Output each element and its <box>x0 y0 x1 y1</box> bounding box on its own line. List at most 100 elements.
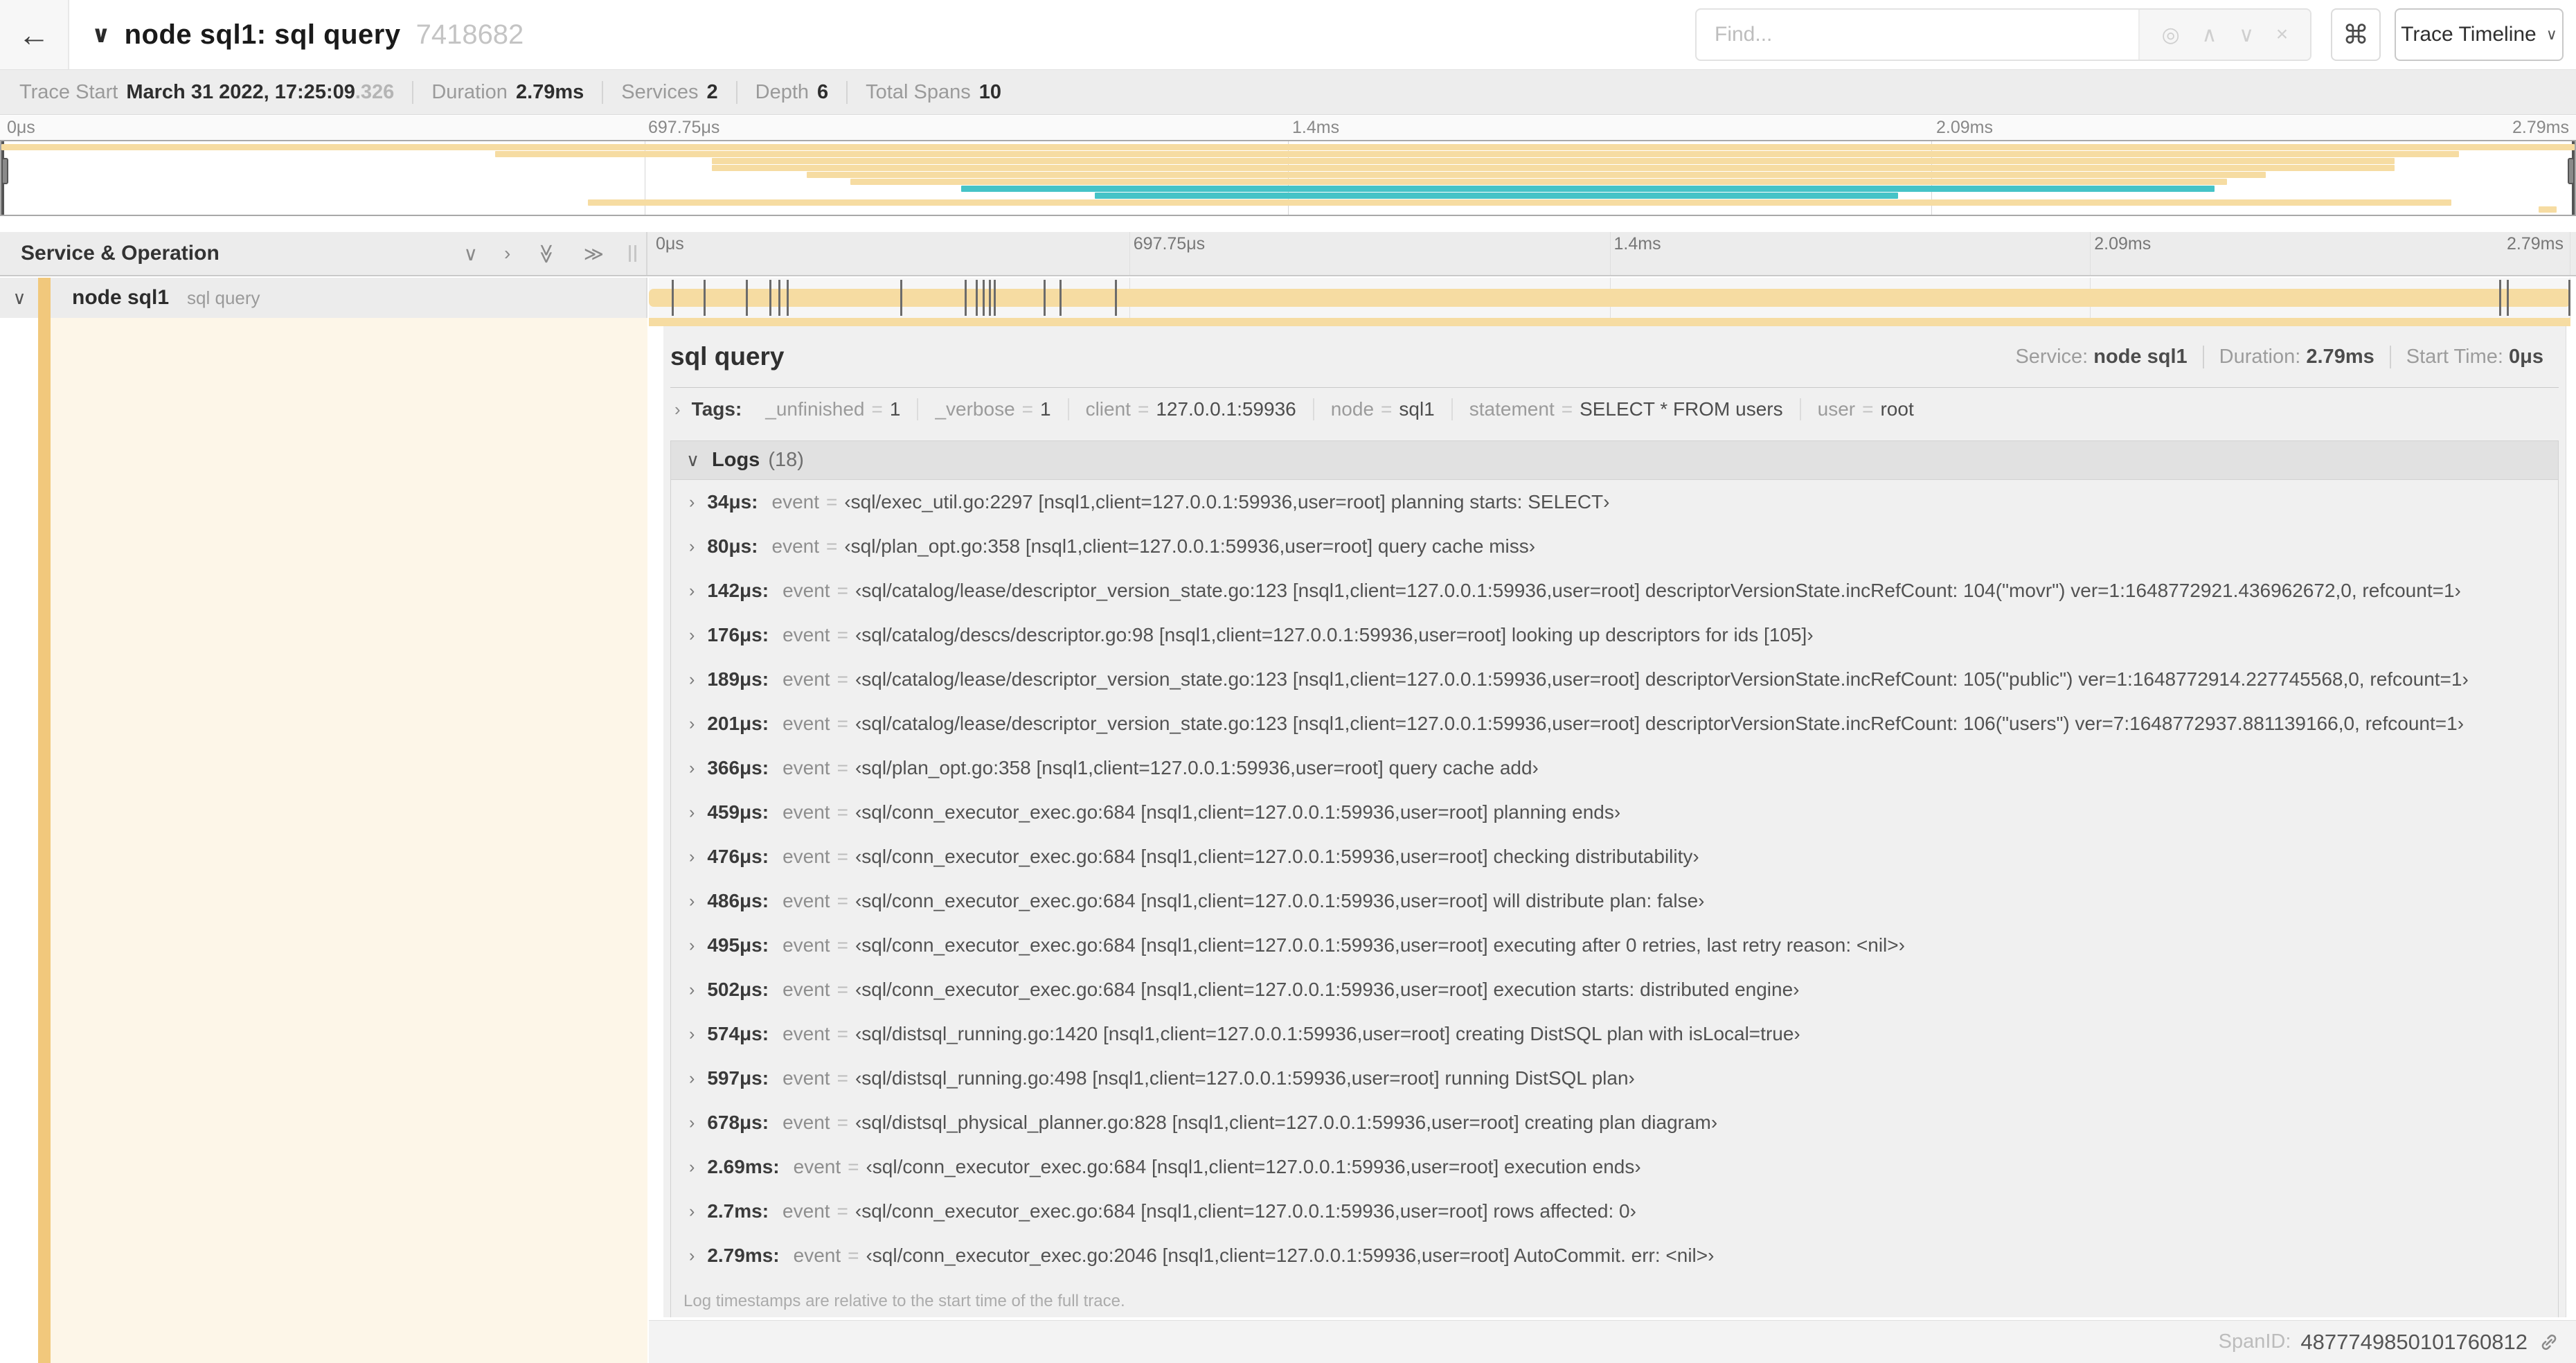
log-timestamp: 459μs: <box>707 801 769 823</box>
minimap-left-scrubber[interactable] <box>1 141 8 215</box>
log-marker <box>2507 280 2510 316</box>
span-collapse-chevron-icon[interactable]: ∨ <box>0 287 39 309</box>
tag-item[interactable]: client = 127.0.0.1:59936 <box>1067 398 1313 420</box>
collapse-all-icon[interactable]: ≫ <box>536 243 559 263</box>
log-entry[interactable]: › 486μs: event = ‹sql/conn_executor_exec… <box>671 879 2558 923</box>
expand-one-icon[interactable]: › <box>504 242 510 265</box>
log-timestamp: 2.7ms: <box>707 1200 769 1222</box>
log-entry[interactable]: › 366μs: event = ‹sql/plan_opt.go:358 [n… <box>671 746 2558 790</box>
service-label: Service: <box>2015 345 2088 368</box>
equals-sign: = <box>837 1112 848 1133</box>
locate-icon[interactable]: ◎ <box>2162 23 2180 47</box>
log-field-value: ‹sql/distsql_running.go:498 [nsql1,clien… <box>855 1067 1635 1089</box>
prev-result-icon[interactable]: ∧ <box>2202 23 2217 47</box>
collapse-one-icon[interactable]: ∨ <box>464 242 478 265</box>
log-timestamp: 486μs: <box>707 890 769 911</box>
equals-sign: = <box>1381 398 1393 420</box>
log-entry[interactable]: › 142μs: event = ‹sql/catalog/lease/desc… <box>671 569 2558 613</box>
log-field-value: ‹sql/catalog/lease/descriptor_version_st… <box>855 580 2461 601</box>
tag-item[interactable]: user = root <box>1799 398 1931 420</box>
column-resizer[interactable] <box>629 245 636 262</box>
chevron-right-icon: › <box>689 1157 695 1177</box>
log-timestamp: 678μs: <box>707 1112 769 1133</box>
log-timestamp: 574μs: <box>707 1023 769 1044</box>
log-entry[interactable]: › 678μs: event = ‹sql/distsql_physical_p… <box>671 1101 2558 1145</box>
next-result-icon[interactable]: ∨ <box>2239 23 2254 47</box>
expand-all-icon[interactable]: ≫ <box>584 242 604 265</box>
equals-sign: = <box>837 668 848 690</box>
page-title: node sql1: sql query <box>124 19 401 50</box>
tag-key: _unfinished <box>765 398 865 420</box>
log-entry[interactable]: › 574μs: event = ‹sql/distsql_running.go… <box>671 1012 2558 1056</box>
tag-item[interactable]: _verbose = 1 <box>917 398 1067 420</box>
log-field-key: event <box>793 1156 841 1177</box>
log-field-key: event <box>793 1245 841 1266</box>
log-field-value: ‹sql/conn_executor_exec.go:684 [nsql1,cl… <box>855 934 1905 956</box>
ruler-tick-label: 2.79ms <box>2507 234 2564 253</box>
tags-row[interactable]: › Tags: _unfinished = 1 _verbose = 1 cli… <box>670 388 2559 431</box>
log-entry[interactable]: › 80μs: event = ‹sql/plan_opt.go:358 [ns… <box>671 524 2558 569</box>
log-field-value: ‹sql/conn_executor_exec.go:684 [nsql1,cl… <box>855 1200 1636 1222</box>
find-input[interactable]: Find... <box>1697 10 2138 60</box>
log-marker <box>786 280 789 316</box>
summary-suffix: .326 <box>355 80 395 103</box>
span-detail-meta: Service: node sql1 Duration: 2.79ms Star… <box>2000 345 2559 368</box>
log-entry[interactable]: › 189μs: event = ‹sql/catalog/lease/desc… <box>671 657 2558 702</box>
minimap-right-scrubber[interactable] <box>2568 141 2575 215</box>
deep-link-icon[interactable] <box>2537 1330 2561 1354</box>
log-entry[interactable]: › 2.79ms: event = ‹sql/conn_executor_exe… <box>671 1233 2558 1278</box>
back-button[interactable]: ← <box>0 0 69 69</box>
ruler-tick-label: 697.75μs <box>648 118 720 137</box>
scrubber-handle[interactable] <box>2568 158 2575 184</box>
collapse-title-chevron-icon[interactable]: ∨ <box>91 21 111 48</box>
log-entry[interactable]: › 459μs: event = ‹sql/conn_executor_exec… <box>671 790 2558 835</box>
log-entry[interactable]: › 2.7ms: event = ‹sql/conn_executor_exec… <box>671 1189 2558 1233</box>
span-bar-row-timeline[interactable] <box>649 278 2570 318</box>
scrubber-handle[interactable] <box>1 158 8 184</box>
minimap-span <box>850 179 2228 185</box>
log-entry[interactable]: › 201μs: event = ‹sql/catalog/lease/desc… <box>671 702 2558 746</box>
log-entry[interactable]: › 597μs: event = ‹sql/distsql_running.go… <box>671 1056 2558 1101</box>
summary-label: Duration <box>431 80 508 103</box>
minimap-span <box>495 151 2459 157</box>
log-entry[interactable]: › 502μs: event = ‹sql/conn_executor_exec… <box>671 968 2558 1012</box>
chevron-down-icon: ∨ <box>686 449 700 470</box>
ruler-tick-label: 697.75μs <box>1133 234 1206 253</box>
tag-value: 1 <box>1040 398 1051 420</box>
span-row-name-cell[interactable]: ∨ node sql1 sql query <box>0 278 647 318</box>
tags-list: _unfinished = 1 _verbose = 1 client = 12… <box>749 398 1930 420</box>
summary-item: Total Spans 10 <box>846 80 1019 104</box>
span-service-meta: Service: node sql1 <box>2000 346 2202 368</box>
log-marker <box>994 280 996 316</box>
log-entry[interactable]: › 34μs: event = ‹sql/exec_util.go:2297 [… <box>671 480 2558 524</box>
span-duration-bar[interactable] <box>649 289 2570 307</box>
span-color-strip <box>649 318 2570 326</box>
equals-sign: = <box>837 757 848 778</box>
service-operation-title: Service & Operation <box>21 242 220 265</box>
keyboard-shortcuts-button[interactable]: ⌘ <box>2331 8 2381 61</box>
chevron-right-icon: › <box>674 398 681 420</box>
log-entry[interactable]: › 495μs: event = ‹sql/conn_executor_exec… <box>671 923 2558 968</box>
logs-section: ∨ Logs (18) › 34μs: event = ‹sql/exec_ut… <box>670 440 2559 1317</box>
span-duration-meta: Duration: 2.79ms <box>2202 345 2390 368</box>
service-color-bar <box>38 318 51 1363</box>
logs-header[interactable]: ∨ Logs (18) <box>671 441 2558 480</box>
chevron-right-icon: › <box>689 935 695 955</box>
log-field-value: ‹sql/conn_executor_exec.go:2046 [nsql1,c… <box>866 1245 1715 1266</box>
view-selector-button[interactable]: Trace Timeline ∨ <box>2395 8 2564 61</box>
minimap-canvas[interactable] <box>0 140 2576 216</box>
summary-item: Services 2 <box>602 80 735 104</box>
tag-item[interactable]: statement = SELECT * FROM users <box>1451 398 1800 420</box>
log-entry[interactable]: › 2.69ms: event = ‹sql/conn_executor_exe… <box>671 1145 2558 1189</box>
log-entry[interactable]: › 476μs: event = ‹sql/conn_executor_exec… <box>671 835 2558 879</box>
log-field-value: ‹sql/conn_executor_exec.go:684 [nsql1,cl… <box>866 1156 1641 1177</box>
clear-search-icon[interactable]: × <box>2276 23 2289 46</box>
chevron-right-icon: › <box>689 1112 695 1132</box>
span-starttime-meta: Start Time: 0μs <box>2389 345 2559 368</box>
tag-item[interactable]: _unfinished = 1 <box>749 398 917 420</box>
summary-value: March 31 2022, 17:25:09.326 <box>126 80 395 103</box>
tag-item[interactable]: node = sql1 <box>1312 398 1451 420</box>
log-field-value: ‹sql/plan_opt.go:358 [nsql1,client=127.0… <box>855 757 1539 778</box>
log-entry[interactable]: › 176μs: event = ‹sql/catalog/descs/desc… <box>671 613 2558 657</box>
log-field-value: ‹sql/catalog/lease/descriptor_version_st… <box>855 713 2465 734</box>
